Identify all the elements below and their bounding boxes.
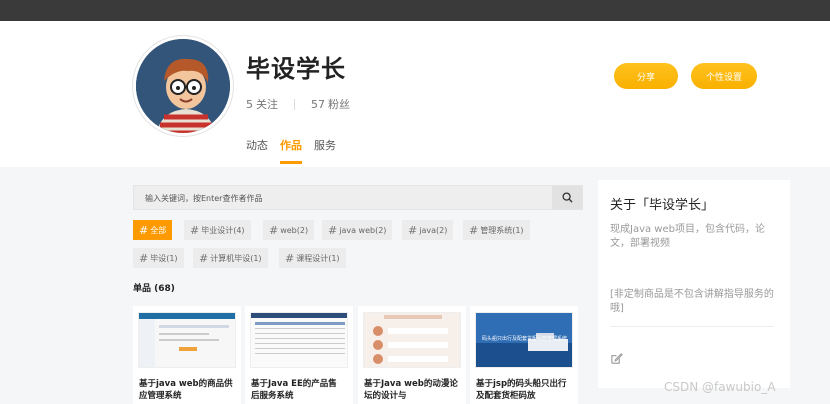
hash-icon: #: [139, 223, 149, 237]
work-title-line: 基于jsp的码头船只出行: [476, 379, 567, 389]
work-title-line: 基于Java EE的产品售: [251, 379, 337, 389]
profile-header: 毕设学长 5 关注 57 粉丝 动态 作品 服务 分享 个性设置: [0, 21, 830, 167]
search-button[interactable]: [552, 186, 582, 209]
tab-works[interactable]: 作品: [280, 137, 302, 164]
work-thumbnail[interactable]: [250, 312, 348, 368]
filter-label: 课程设计(1): [296, 253, 340, 263]
watermark: CSDN @fawubio_A: [664, 380, 776, 394]
fans-label[interactable]: 粉丝: [328, 96, 350, 112]
hash-icon: #: [139, 251, 149, 265]
stats-divider: [294, 98, 295, 110]
work-thumbnail[interactable]: 码头船只出行及配套货柜码放管理系统: [475, 312, 573, 368]
hash-icon: #: [199, 251, 209, 265]
profile-name: 毕设学长: [246, 55, 346, 83]
work-title-line: 基于Java web的动漫论: [364, 379, 458, 389]
filter-java-web[interactable]: # java web(2): [322, 220, 393, 240]
filter-label: java(2): [419, 225, 448, 235]
filter-all[interactable]: # 全部: [133, 220, 173, 240]
filter-label: java web(2): [339, 225, 387, 235]
share-button[interactable]: 分享: [614, 63, 678, 89]
about-description: 现成Java web项目，包含代码，论文，部署视频: [610, 224, 765, 249]
profile-tabs: 动态 作品 服务: [246, 137, 348, 164]
work-title-line: 后服务系统: [251, 391, 294, 401]
about-note: [非定制商品是不包含讲解指导服务的哦]: [610, 289, 774, 314]
filter-label: 管理系统(1): [480, 225, 524, 235]
screenshot-thumbnail: [139, 313, 235, 367]
work-card[interactable]: 基于Java EE的产品售 后服务系统: [245, 306, 353, 404]
fans-count: 57: [311, 97, 325, 111]
filter-computer-bishe[interactable]: # 计算机毕设(1): [193, 248, 268, 268]
about-title: 关于「毕设学长」: [610, 198, 715, 213]
work-title-line: 及配套货柜码放: [476, 391, 536, 401]
work-thumbnail[interactable]: [363, 312, 461, 368]
hash-icon: #: [328, 223, 338, 237]
tab-dynamic[interactable]: 动态: [246, 137, 268, 164]
filter-label: 计算机毕设(1): [210, 253, 262, 263]
filter-label: 全部: [150, 225, 167, 235]
screenshot-thumbnail: [364, 313, 460, 367]
works-search: 输入关键词，按Enter查作者作品: [133, 185, 583, 210]
avatar[interactable]: [133, 36, 233, 136]
filter-graduation-design[interactable]: # 毕业设计(4): [184, 220, 251, 240]
about-panel: 关于「毕设学长」 现成Java web项目，包含代码，论文，部署视频 [非定制商…: [598, 180, 790, 388]
edit-button[interactable]: [610, 350, 623, 369]
personal-settings-button[interactable]: 个性设置: [691, 63, 757, 89]
work-title[interactable]: 基于Java web的动漫论 坛的设计与: [364, 378, 464, 402]
filter-label: web(2): [280, 225, 309, 235]
hash-icon: #: [190, 223, 200, 237]
work-title-line: 基于java web的商品供: [139, 379, 233, 389]
filter-label: 毕设(1): [150, 253, 178, 263]
filter-java[interactable]: # java(2): [402, 220, 454, 240]
work-title[interactable]: 基于java web的商品供 应管理系统: [139, 378, 239, 402]
works-count: 单品 (68): [133, 284, 175, 294]
hash-icon: #: [408, 223, 418, 237]
profile-stats: 5 关注 57 粉丝: [246, 96, 350, 112]
work-title[interactable]: 基于jsp的码头船只出行 及配套货柜码放: [476, 378, 576, 402]
search-icon: [561, 192, 573, 203]
hash-icon: #: [469, 223, 479, 237]
filter-label: 毕业设计(4): [201, 225, 245, 235]
work-title[interactable]: 基于Java EE的产品售 后服务系统: [251, 378, 351, 402]
follow-label[interactable]: 关注: [256, 96, 278, 112]
hash-icon: #: [285, 251, 295, 265]
edit-icon: [611, 353, 623, 364]
top-nav-bar: [0, 0, 830, 21]
work-title-line: 应管理系统: [139, 391, 182, 401]
work-card[interactable]: 基于Java web的动漫论 坛的设计与: [358, 306, 466, 404]
work-thumbnail[interactable]: [138, 312, 236, 368]
work-card[interactable]: 基于java web的商品供 应管理系统: [133, 306, 241, 404]
follow-count: 5: [246, 97, 253, 111]
cartoon-avatar-image: [136, 39, 230, 133]
thumbnail-caption: 码头船只出行及配套货柜码放管理系统: [482, 335, 567, 342]
work-card[interactable]: 码头船只出行及配套货柜码放管理系统 基于jsp的码头船只出行 及配套货柜码放: [470, 306, 578, 404]
screenshot-thumbnail: [251, 313, 347, 367]
tab-services[interactable]: 服务: [314, 137, 336, 164]
filter-management-system[interactable]: # 管理系统(1): [463, 220, 530, 240]
search-input[interactable]: 输入关键词，按Enter查作者作品: [145, 193, 262, 204]
filter-web[interactable]: # web(2): [263, 220, 315, 240]
screenshot-thumbnail: 码头船只出行及配套货柜码放管理系统: [476, 313, 572, 367]
filter-course-design[interactable]: # 课程设计(1): [279, 248, 346, 268]
work-title-line: 坛的设计与: [364, 391, 407, 401]
filter-bishe[interactable]: # 毕设(1): [133, 248, 184, 268]
divider: [610, 326, 774, 327]
hash-icon: #: [269, 223, 279, 237]
